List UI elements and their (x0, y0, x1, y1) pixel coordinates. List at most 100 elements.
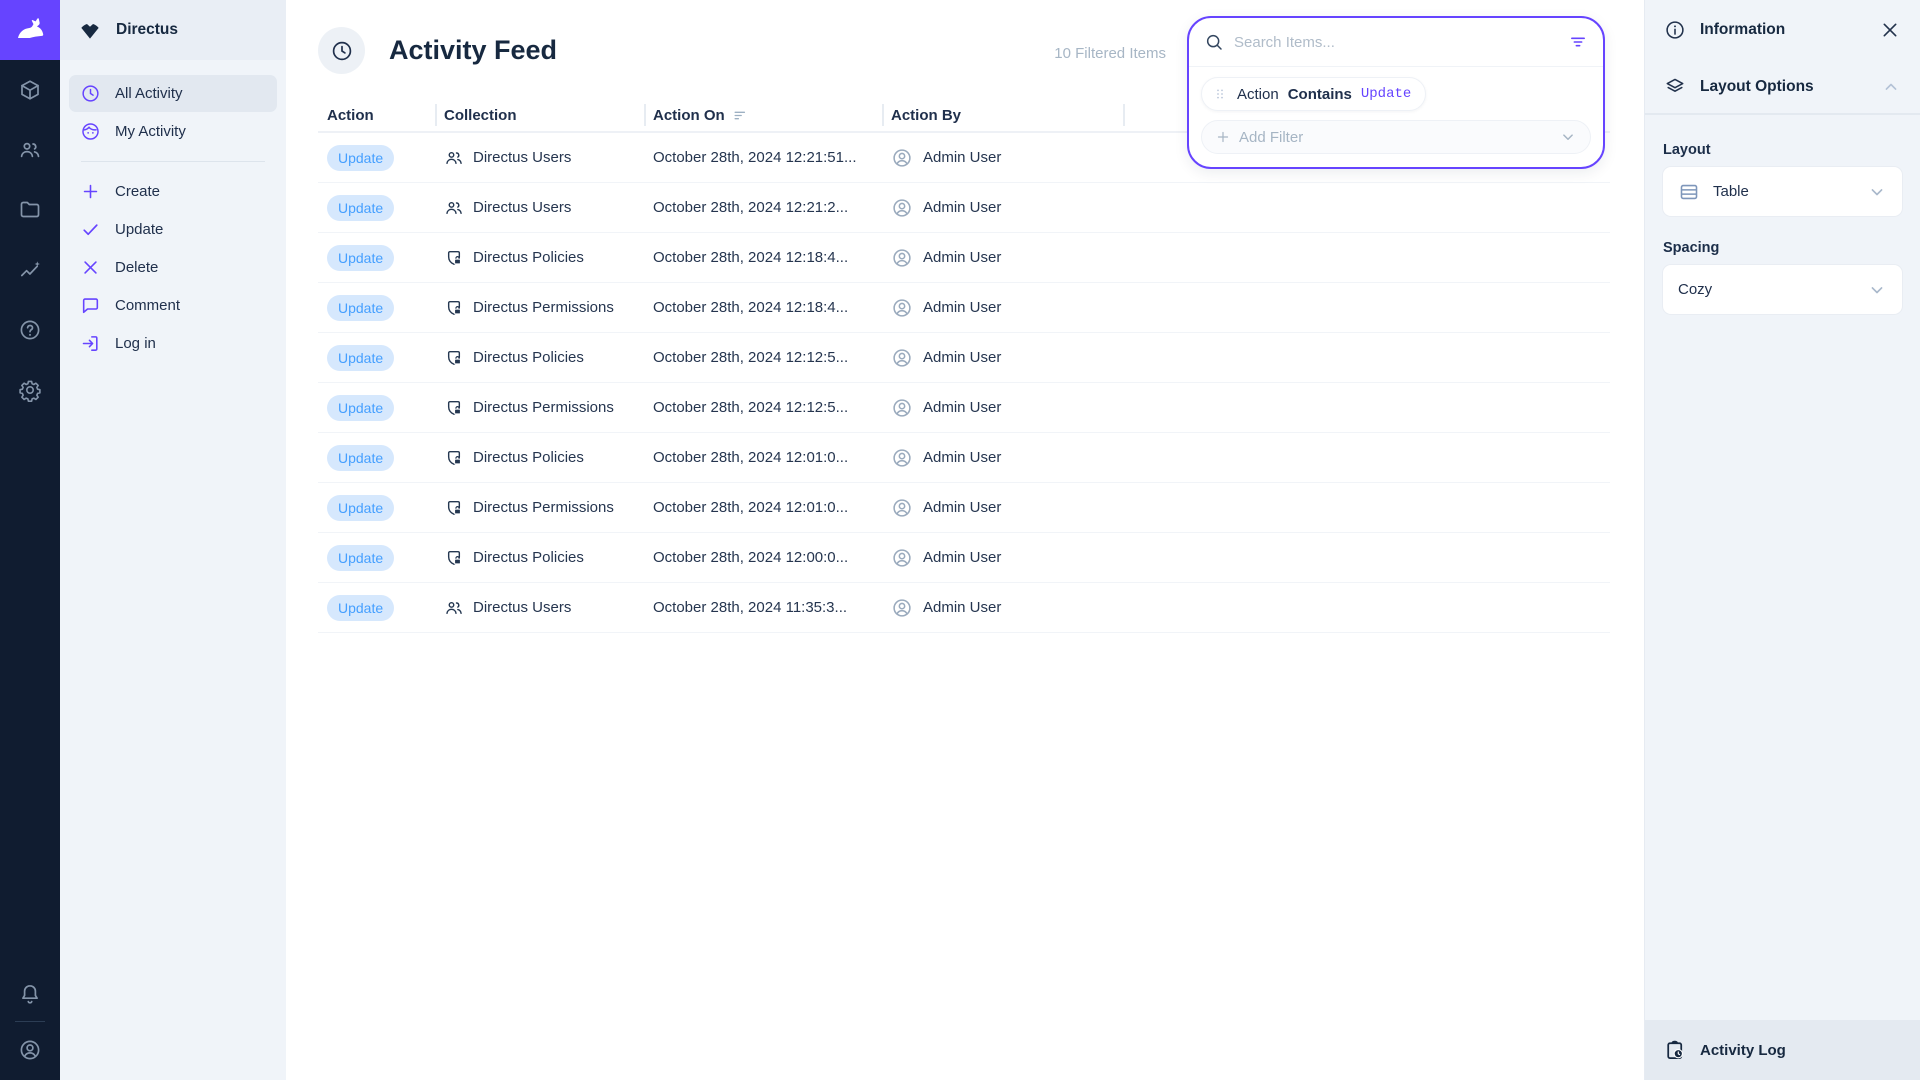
user-avatar-icon (891, 597, 913, 619)
module-insights[interactable] (0, 240, 60, 300)
collection-name: Directus Permissions (473, 299, 614, 316)
action-by-name: Admin User (923, 299, 1001, 316)
project-fan-icon (77, 17, 103, 43)
close-icon (80, 257, 101, 278)
table-row[interactable]: Update Directus Users October 28th, 2024… (318, 183, 1610, 233)
action-on-value: October 28th, 2024 12:12:5... (644, 333, 882, 382)
filter-icon[interactable] (1568, 32, 1588, 52)
policy-shield-lock-icon (444, 348, 464, 368)
nav-item-login[interactable]: Log in (69, 325, 277, 362)
filter-operator[interactable]: Contains (1288, 86, 1352, 103)
table-row[interactable]: Update Directus Policies October 28th, 2… (318, 433, 1610, 483)
action-by-name: Admin User (923, 549, 1001, 566)
module-users[interactable] (0, 120, 60, 180)
filter-field[interactable]: Action (1237, 86, 1279, 103)
action-badge: Update (327, 345, 394, 371)
drag-handle-icon[interactable] (1212, 86, 1228, 102)
nav-item-my-activity[interactable]: My Activity (69, 113, 277, 150)
policy-shield-lock-icon (444, 498, 464, 518)
table-row[interactable]: Update Directus Permissions October 28th… (318, 383, 1610, 433)
module-content[interactable] (0, 60, 60, 120)
activity-log-button[interactable]: Activity Log (1645, 1020, 1920, 1080)
project-header[interactable]: Directus (60, 0, 286, 60)
rabbit-logo-icon (14, 14, 46, 46)
action-on-value: October 28th, 2024 12:21:2... (644, 183, 882, 232)
user-avatar-icon (891, 247, 913, 269)
action-on-value: October 28th, 2024 12:12:5... (644, 383, 882, 432)
filtered-items-count: 10 Filtered Items (1054, 45, 1166, 62)
action-badge: Update (327, 295, 394, 321)
table-row[interactable]: Update Directus Policies October 28th, 2… (318, 333, 1610, 383)
nav-item-label: Delete (115, 259, 158, 276)
module-bar (0, 0, 60, 1080)
module-files[interactable] (0, 180, 60, 240)
filter-value[interactable]: Update (1361, 86, 1411, 102)
nav-item-create[interactable]: Create (69, 173, 277, 210)
table-row[interactable]: Update Directus Policies October 28th, 2… (318, 533, 1610, 583)
action-by-name: Admin User (923, 149, 1001, 166)
table-row[interactable]: Update Directus Permissions October 28th… (318, 283, 1610, 333)
column-header-action-on[interactable]: Action On (644, 100, 882, 131)
column-header-action-by[interactable]: Action By (882, 100, 1123, 131)
nav-sidebar: Directus All Activity My Activity Create… (60, 0, 286, 1080)
module-settings[interactable] (0, 360, 60, 420)
collection-name: Directus Policies (473, 349, 584, 366)
page-title: Activity Feed (389, 35, 557, 66)
collection-name: Directus Policies (473, 249, 584, 266)
action-on-value: October 28th, 2024 12:01:0... (644, 483, 882, 532)
add-filter-button[interactable]: Add Filter (1201, 120, 1591, 154)
user-avatar-icon (891, 497, 913, 519)
action-by-name: Admin User (923, 499, 1001, 516)
action-badge: Update (327, 395, 394, 421)
project-name: Directus (116, 21, 178, 39)
user-avatar-icon (891, 547, 913, 569)
action-by-name: Admin User (923, 249, 1001, 266)
user-menu-button[interactable] (0, 1022, 60, 1078)
policy-shield-lock-icon (444, 248, 464, 268)
table-row[interactable]: Update Directus Users October 28th, 2024… (318, 583, 1610, 633)
policy-shield-lock-icon (444, 548, 464, 568)
action-by-name: Admin User (923, 199, 1001, 216)
layout-options-section[interactable]: Layout Options (1645, 60, 1920, 115)
spacing-select[interactable]: Cozy (1663, 265, 1902, 314)
nav-item-update[interactable]: Update (69, 211, 277, 248)
action-on-value: October 28th, 2024 12:01:0... (644, 433, 882, 482)
layout-field-label: Layout (1663, 142, 1902, 158)
column-header-action[interactable]: Action (318, 100, 435, 131)
policy-shield-lock-icon (444, 298, 464, 318)
action-by-name: Admin User (923, 349, 1001, 366)
main-content: Activity Feed 10 Filtered Items Action C… (286, 0, 1644, 1080)
user-avatar-icon (891, 147, 913, 169)
nav-item-comment[interactable]: Comment (69, 287, 277, 324)
column-header-collection[interactable]: Collection (435, 100, 644, 131)
users-icon (444, 198, 464, 218)
table-row[interactable]: Update Directus Permissions October 28th… (318, 483, 1610, 533)
module-help[interactable] (0, 300, 60, 360)
nav-item-delete[interactable]: Delete (69, 249, 277, 286)
user-avatar-icon (891, 197, 913, 219)
close-sidebar-button[interactable] (1879, 19, 1901, 41)
layout-select[interactable]: Table (1663, 167, 1902, 216)
notifications-button[interactable] (0, 967, 60, 1021)
collection-name: Directus Users (473, 149, 571, 166)
nav-item-all-activity[interactable]: All Activity (69, 75, 277, 112)
policy-shield-lock-icon (444, 398, 464, 418)
search-input[interactable] (1234, 34, 1558, 51)
action-badge: Update (327, 245, 394, 271)
action-badge: Update (327, 145, 394, 171)
bell-icon (18, 982, 42, 1006)
nav-item-label: Comment (115, 297, 180, 314)
action-on-value: October 28th, 2024 11:35:3... (644, 583, 882, 632)
filter-rule[interactable]: Action Contains Update (1201, 77, 1426, 111)
nav-item-label: Create (115, 183, 160, 200)
info-icon (1664, 19, 1686, 41)
action-by-name: Admin User (923, 399, 1001, 416)
avatar-icon (18, 1038, 42, 1062)
page-icon-badge[interactable] (318, 27, 365, 74)
table-row[interactable]: Update Directus Policies October 28th, 2… (318, 233, 1610, 283)
sort-descending-icon[interactable] (732, 107, 749, 124)
directus-logo[interactable] (0, 0, 60, 60)
layers-icon (1664, 76, 1686, 98)
activity-log-label: Activity Log (1700, 1042, 1786, 1059)
nav-item-label: My Activity (115, 123, 186, 140)
